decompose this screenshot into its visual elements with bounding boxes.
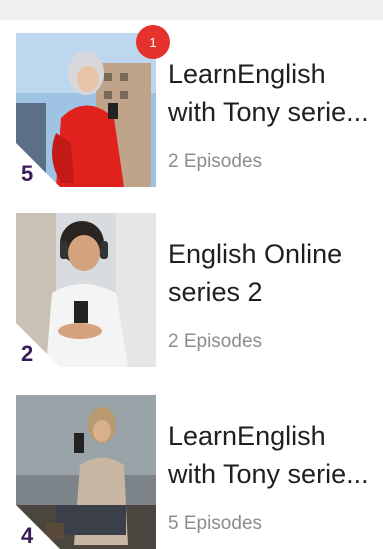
episode-count-number: 2 bbox=[21, 341, 34, 366]
series-list: 5 1 LearnEnglish with Tony serie... 2 Ep… bbox=[0, 0, 383, 549]
series-thumbnail: 5 bbox=[16, 33, 156, 187]
series-title: LearnEnglish with Tony serie... bbox=[168, 59, 369, 127]
series-list-item-1[interactable]: 5 1 LearnEnglish with Tony serie... 2 Ep… bbox=[16, 25, 376, 187]
series-title: English Online series 2 bbox=[168, 239, 343, 307]
episode-count-label: 5 Episodes bbox=[168, 513, 263, 534]
episode-count-number: 5 bbox=[21, 161, 34, 186]
episode-count-label: 2 Episodes bbox=[168, 331, 263, 352]
series-list-item-3[interactable]: 4 LearnEnglish with Tony serie... 5 Epis… bbox=[16, 395, 376, 549]
episode-count-number: 4 bbox=[21, 523, 34, 548]
episode-count-label: 2 Episodes bbox=[168, 151, 263, 172]
series-list-item-2[interactable]: 2 English Online series 2 2 Episodes bbox=[16, 213, 376, 367]
notification-badge: 1 bbox=[136, 25, 170, 59]
series-thumbnail: 4 bbox=[16, 395, 156, 549]
series-title: LearnEnglish with Tony serie... bbox=[168, 421, 369, 489]
series-thumbnail: 2 bbox=[16, 213, 156, 367]
